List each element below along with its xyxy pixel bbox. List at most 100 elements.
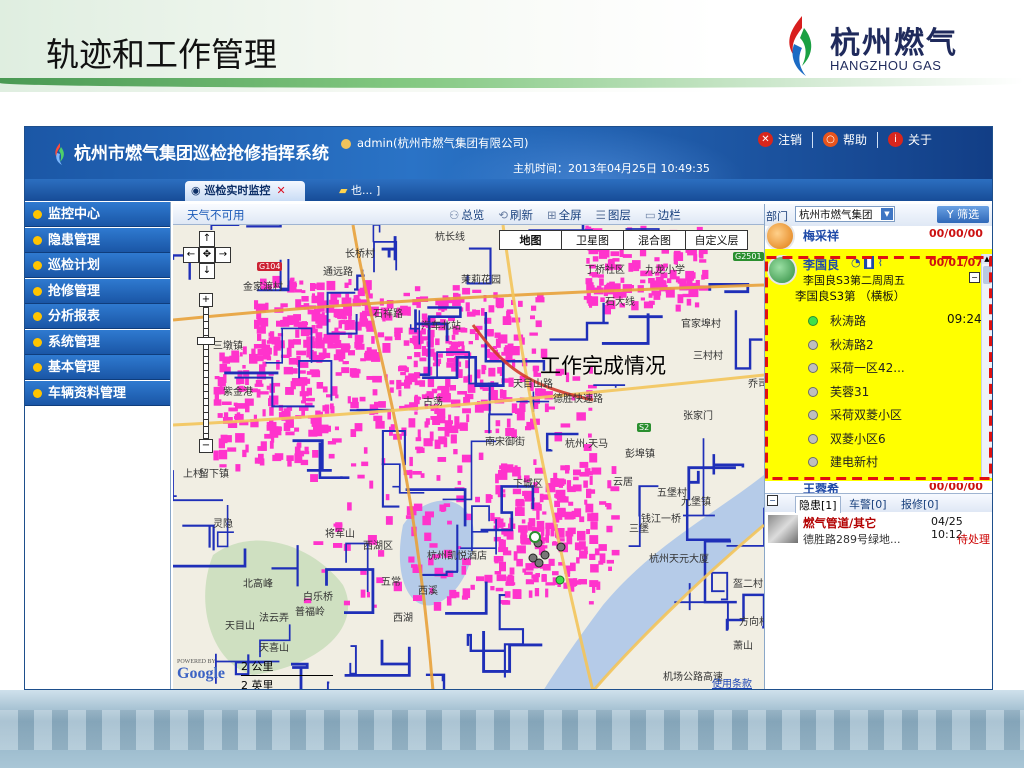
layers-button[interactable]: ☰ 图层 xyxy=(596,207,631,223)
filter-button[interactable]: Y 筛选 xyxy=(937,206,989,223)
person-row[interactable]: 梅采祥 00/00/00 xyxy=(765,221,992,251)
layers-icon: ☰ xyxy=(595,208,606,222)
pipeline-segment xyxy=(531,305,537,311)
tab-vehicle-alerts[interactable]: 车警[0] xyxy=(849,496,887,512)
pipeline-segment xyxy=(424,421,429,428)
pipeline-segment xyxy=(390,387,394,393)
pipeline-segment xyxy=(536,520,545,531)
pipeline-segment xyxy=(398,390,402,397)
collapse-icon[interactable]: − xyxy=(767,495,778,506)
link-separator xyxy=(812,131,814,148)
fullscreen-button[interactable]: ⊞ 全屏 xyxy=(547,207,582,223)
pipeline-segment xyxy=(312,450,319,458)
message-icon: ▰ xyxy=(339,184,351,197)
nav-item-patrol-plan[interactable]: 巡检计划 xyxy=(25,253,170,278)
tab-realtime-monitor[interactable]: ◉ 巡检实时监控 ✕ xyxy=(185,181,305,201)
pipeline-segment xyxy=(640,279,646,284)
nav-item-repair[interactable]: 抢修管理 xyxy=(25,278,170,304)
person-row[interactable]: 王蓉希 00/00/00 xyxy=(765,483,992,493)
zoom-out-icon[interactable]: − xyxy=(199,439,213,453)
pan-up-icon[interactable]: ↑ xyxy=(199,231,215,247)
alert-item[interactable]: 燃气管道/其它 04/25 10:12 德胜路289号绿地... 待处理 xyxy=(765,513,992,549)
nav-item-reports[interactable]: 分析报表 xyxy=(25,304,170,329)
pipeline-segment xyxy=(511,403,518,413)
pipeline-segment xyxy=(242,346,247,355)
terms-link[interactable]: 使用条款 xyxy=(712,675,752,689)
patrol-point[interactable] xyxy=(540,550,550,560)
patrol-point-done[interactable] xyxy=(555,575,565,585)
pipeline-segment xyxy=(449,385,456,391)
map-place-label: 西溪 xyxy=(418,586,438,597)
about-link[interactable]: i 关于 xyxy=(882,131,938,148)
highlight-dashed-border xyxy=(765,256,992,481)
pipeline-segment xyxy=(254,300,259,310)
pipeline-segment xyxy=(461,454,472,463)
pipeline-segment xyxy=(499,389,504,399)
pipeline-segment xyxy=(588,601,594,605)
map-type-map[interactable]: 地图 xyxy=(499,230,562,250)
pipeline-segment xyxy=(564,511,574,520)
pipeline-segment xyxy=(299,280,304,285)
pipeline-segment xyxy=(317,292,325,301)
nav-item-vehicles[interactable]: 车辆资料管理 xyxy=(25,380,170,406)
right-panel: 部门 杭州市燃气集团 ▼ Y 筛选 梅采祥 00/00/00 李国良 ◔ ▮ ⌇ … xyxy=(764,204,992,689)
pan-center-icon[interactable]: ✥ xyxy=(199,247,215,263)
nav-item-basic[interactable]: 基本管理 xyxy=(25,355,170,380)
map-place-label: 金家渡村 xyxy=(243,282,283,293)
nav-bullet-icon xyxy=(33,235,42,245)
tab-close-icon[interactable]: ✕ xyxy=(276,184,285,197)
pipeline-segment xyxy=(550,529,555,537)
pipeline-segment xyxy=(467,383,476,393)
pan-right-icon[interactable]: → xyxy=(215,247,231,263)
refresh-button[interactable]: ⟲ 刷新 xyxy=(498,207,533,223)
map-place-label: 五常 xyxy=(381,577,401,588)
zoom-slider[interactable]: + − xyxy=(197,293,215,453)
dept-select[interactable]: 杭州市燃气集团 ▼ xyxy=(795,206,895,222)
alert-status: 待处理 xyxy=(957,533,990,546)
pipeline-segment xyxy=(409,469,413,479)
tab-hazards[interactable]: 隐患[1] xyxy=(795,496,841,513)
zoom-track[interactable] xyxy=(203,307,209,439)
pipeline-segment xyxy=(435,338,440,346)
avatar xyxy=(765,221,795,251)
user-info: admin(杭州市燃气集团有限公司) xyxy=(341,135,529,151)
pipeline-segment xyxy=(360,570,367,575)
pan-down-icon[interactable]: ↓ xyxy=(199,263,215,279)
logout-link[interactable]: ✕ 注销 xyxy=(752,131,808,148)
sidebar-button[interactable]: ▭ 边栏 xyxy=(645,207,681,223)
pipeline-segment xyxy=(318,352,326,359)
patrol-point[interactable] xyxy=(556,542,566,552)
nav-item-hazard[interactable]: 隐患管理 xyxy=(25,227,170,253)
pipeline-segment xyxy=(364,352,371,359)
map-view[interactable]: 地图 卫星图 混合图 自定义层 ↑ ← ✥ → ↓ + − 杭长线 长桥村 通远路金… xyxy=(173,225,764,689)
pipeline-segment xyxy=(495,297,504,308)
pipeline-segment xyxy=(648,278,655,284)
pipeline-segment xyxy=(424,532,432,541)
map-place-label: 三墩镇 xyxy=(213,341,243,352)
pipeline-segment xyxy=(598,544,607,551)
patrol-start-point[interactable] xyxy=(529,531,541,543)
help-link[interactable]: ○ 帮助 xyxy=(817,131,873,148)
pipeline-segment xyxy=(573,476,579,481)
overview-button[interactable]: ⚇ 总览 xyxy=(449,207,484,223)
nav-item-system[interactable]: 系统管理 xyxy=(25,329,170,355)
zoom-in-icon[interactable]: + xyxy=(199,293,213,307)
map-type-custom[interactable]: 自定义层 xyxy=(685,230,748,250)
pipeline-segment xyxy=(437,427,446,431)
pipeline-segment xyxy=(408,418,416,428)
map-type-satellite[interactable]: 卫星图 xyxy=(561,230,624,250)
nav-item-monitor-center[interactable]: 监控中心 xyxy=(25,202,170,227)
pipeline-segment xyxy=(292,316,300,325)
pan-left-icon[interactable]: ← xyxy=(183,247,199,263)
map-type-hybrid[interactable]: 混合图 xyxy=(623,230,686,250)
tab-repair-reports[interactable]: 报修[0] xyxy=(901,496,939,512)
patrol-point[interactable] xyxy=(534,558,544,568)
tab-message[interactable]: ▰ 也... ] xyxy=(339,182,380,198)
pipeline-segment xyxy=(648,293,653,298)
pipeline-segment xyxy=(269,406,274,416)
map-place-label: 茉莉花园 xyxy=(461,275,501,286)
pipeline-segment xyxy=(340,319,346,325)
pipeline-segment xyxy=(506,418,511,428)
map-place-label: 通远路 xyxy=(323,267,353,278)
overview-label: 总览 xyxy=(461,208,485,222)
